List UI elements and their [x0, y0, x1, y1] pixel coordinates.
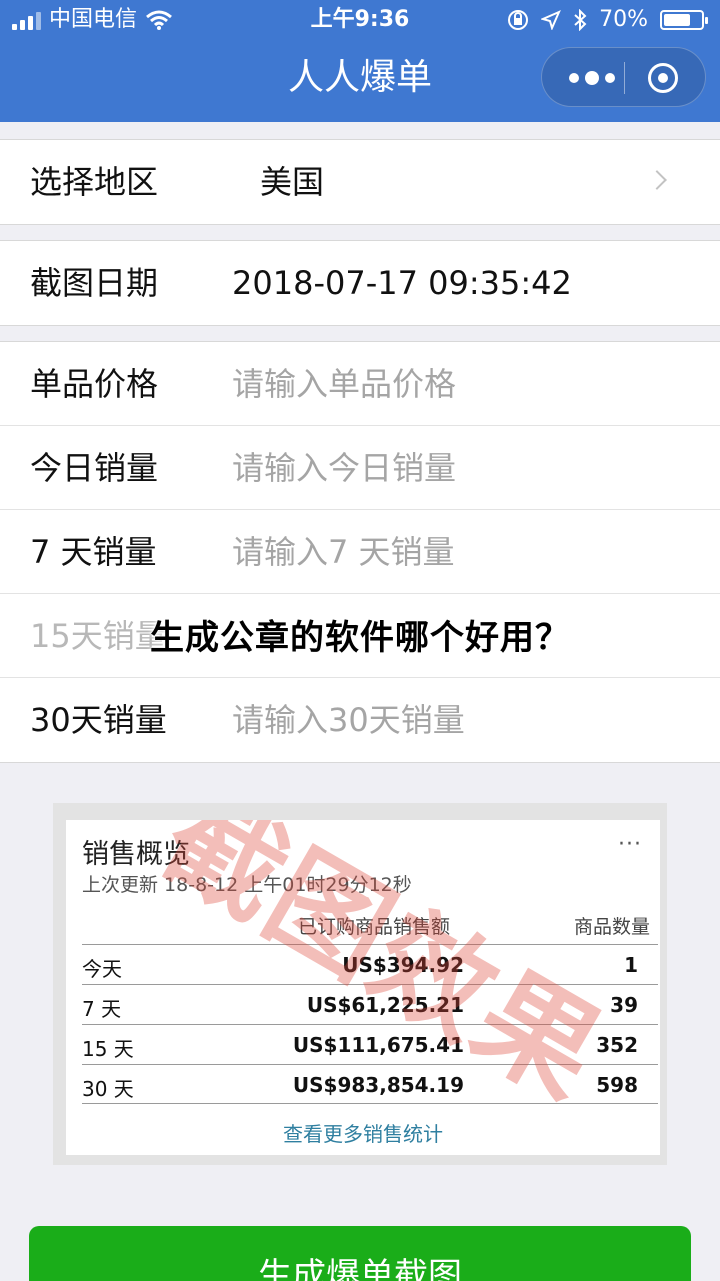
date-picker[interactable]: 截图日期 2018-07-17 09:35:42	[0, 241, 720, 325]
col-amount-header: 已订购商品销售额	[298, 916, 451, 938]
today-sales-row[interactable]: 今日销量 请输入今日销量	[0, 426, 720, 510]
date-label: 截图日期	[30, 264, 159, 302]
battery-percent: 70%	[599, 7, 648, 32]
status-bar: 中国电信 上午9:36 70%	[0, 0, 720, 40]
preview-updated-time: 上次更新 18-8-12 上午01时29分12秒	[82, 874, 412, 896]
bluetooth-icon	[574, 9, 587, 31]
table-row: 今天 US$394.92 1	[82, 944, 658, 984]
overlay-headline: 生成公章的软件哪个好用？	[150, 618, 570, 658]
sales-input-group: 单品价格 请输入单品价格 今日销量 请输入今日销量 7 天销量 请输入7 天销量…	[0, 341, 720, 763]
region-label: 选择地区	[30, 163, 159, 201]
mini-program-capsule	[541, 47, 706, 107]
date-value: 2018-07-17 09:35:42	[232, 264, 572, 302]
preview-table-header: 已订购商品销售额 商品数量	[82, 912, 658, 942]
region-selector[interactable]: 选择地区 美国	[0, 140, 720, 224]
preview-title: 销售概览	[82, 839, 190, 870]
orientation-lock-icon	[508, 10, 529, 30]
screenshot-preview: 销售概览 ··· 上次更新 18-8-12 上午01时29分12秒 已订购商品销…	[66, 820, 660, 1155]
row-count: 1	[624, 953, 638, 977]
generate-screenshot-button[interactable]: 生成爆单截图	[29, 1226, 691, 1281]
row-count: 352	[596, 1033, 638, 1057]
row-count: 39	[610, 993, 638, 1017]
row-period: 今天	[82, 957, 122, 981]
thirty-day-sales-row[interactable]: 30天销量 请输入30天销量	[0, 678, 720, 762]
col-count-header: 商品数量	[573, 916, 650, 938]
row-count: 598	[596, 1073, 638, 1097]
row-period: 15 天	[82, 1037, 134, 1061]
more-options-button[interactable]	[562, 48, 622, 108]
table-row: 30 天 US$983,854.19 598	[82, 1064, 658, 1104]
date-group: 截图日期 2018-07-17 09:35:42	[0, 240, 720, 326]
view-more-stats-link[interactable]: 查看更多销售统计	[66, 1118, 660, 1147]
chevron-right-icon	[647, 170, 667, 190]
price-input[interactable]: 请输入单品价格	[232, 342, 456, 426]
row-amount: US$394.92	[342, 953, 464, 977]
price-label: 单品价格	[30, 365, 159, 403]
row-amount: US$61,225.21	[306, 993, 464, 1017]
thirty-day-sales-label: 30天销量	[30, 701, 167, 739]
preview-more-icon: ···	[618, 832, 642, 857]
location-icon	[541, 10, 562, 30]
row-period: 30 天	[82, 1077, 134, 1101]
more-icon	[569, 73, 579, 83]
table-row: 15 天 US$111,675.41 352	[82, 1024, 658, 1064]
thirty-day-sales-input[interactable]: 请输入30天销量	[232, 678, 465, 762]
top-bar: 中国电信 上午9:36 70% 人人爆单	[0, 0, 720, 122]
battery-icon	[660, 10, 708, 30]
preview-table: 今天 US$394.92 1 7 天 US$61,225.21 39 15 天 …	[82, 944, 658, 1104]
row-period: 7 天	[82, 997, 122, 1021]
today-sales-input[interactable]: 请输入今日销量	[232, 426, 456, 510]
seven-day-sales-input[interactable]: 请输入7 天销量	[232, 510, 455, 594]
close-program-button[interactable]	[648, 63, 678, 93]
seven-day-sales-row[interactable]: 7 天销量 请输入7 天销量	[0, 510, 720, 594]
fifteen-day-sales-label: 15天销量	[30, 617, 167, 655]
price-row[interactable]: 单品价格 请输入单品价格	[0, 342, 720, 426]
row-amount: US$983,854.19	[292, 1073, 464, 1097]
region-group: 选择地区 美国	[0, 139, 720, 225]
today-sales-label: 今日销量	[30, 449, 159, 487]
table-row: 7 天 US$61,225.21 39	[82, 984, 658, 1024]
seven-day-sales-label: 7 天销量	[30, 533, 157, 571]
region-value: 美国	[260, 163, 325, 201]
row-amount: US$111,675.41	[292, 1033, 464, 1057]
